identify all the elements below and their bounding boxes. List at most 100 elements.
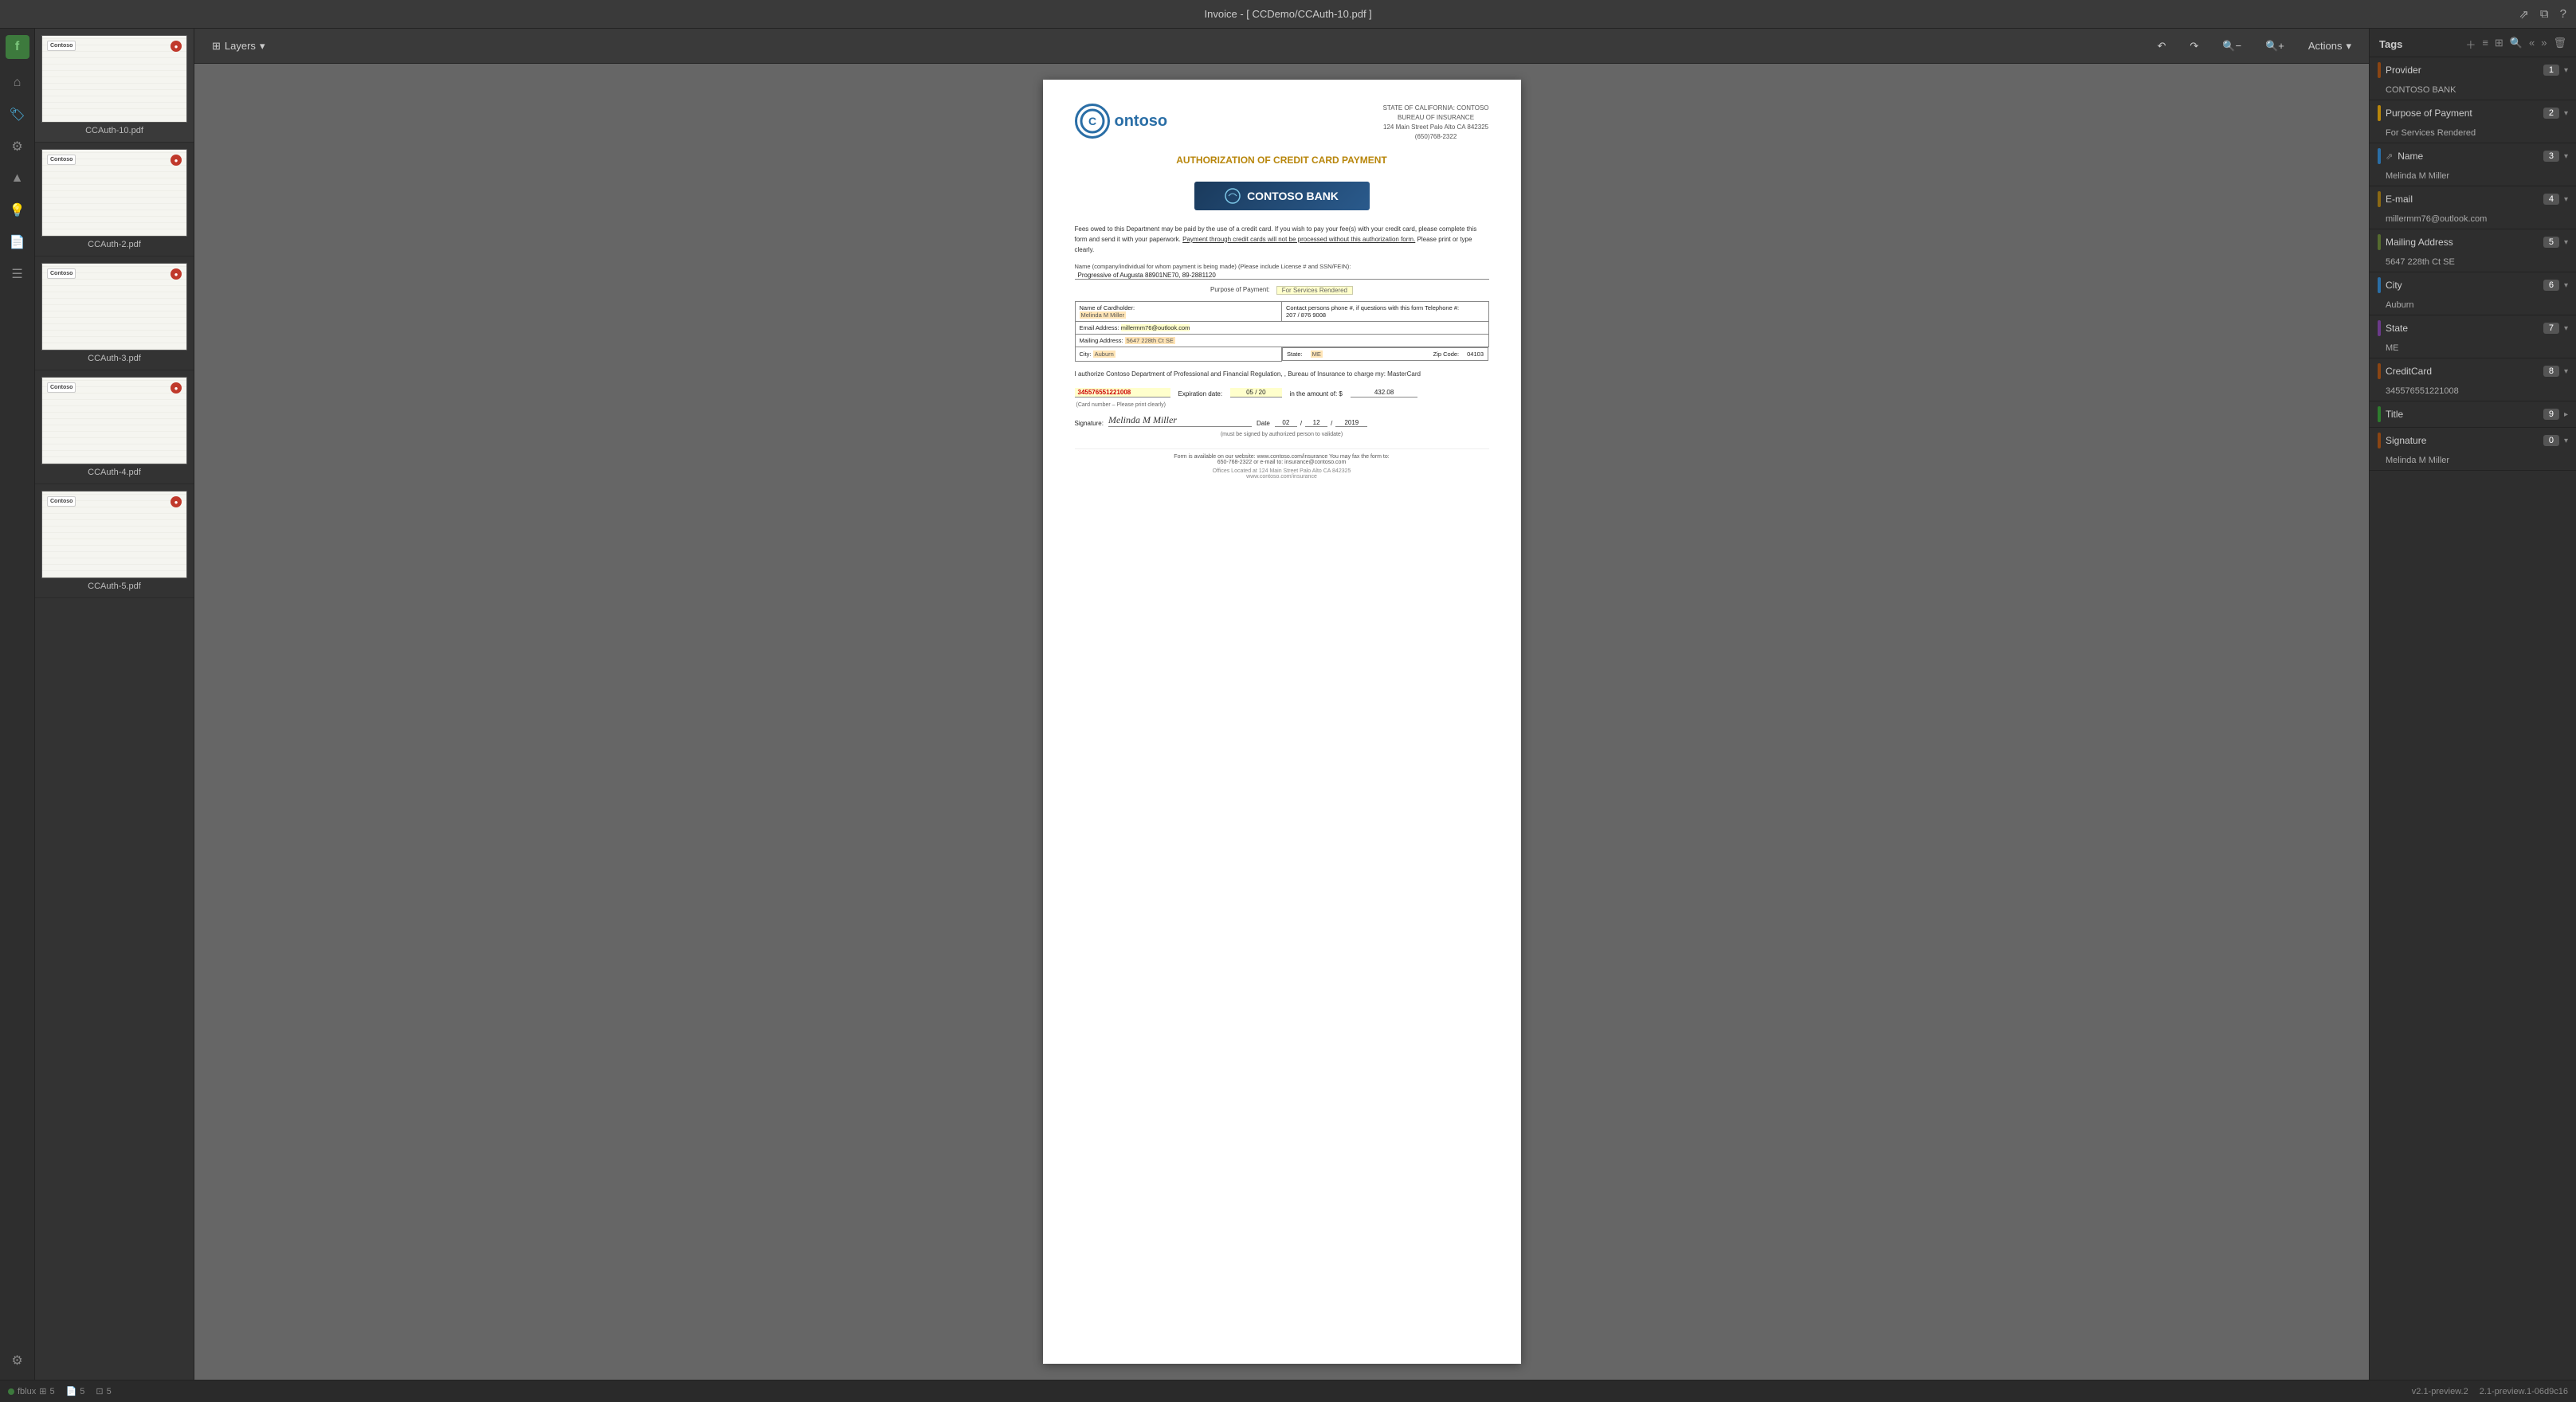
thumb-badge-5: ● — [171, 496, 182, 507]
tag-count-8: 9 — [2543, 409, 2559, 420]
tag-header-5[interactable]: City6▾ — [2370, 272, 2576, 298]
state-line4: (650)768-2322 — [1383, 132, 1489, 142]
nav-search-icon[interactable]: ⚙ — [3, 132, 32, 161]
tag-count-1: 2 — [2543, 108, 2559, 119]
actions-button[interactable]: Actions ▾ — [2300, 37, 2359, 56]
layers-label: Layers — [225, 40, 256, 52]
document-viewer[interactable]: C ontoso STATE OF CALIFORNIA: CONTOSO BU… — [194, 64, 2369, 1380]
date-day: 12 — [1305, 419, 1327, 427]
status-right: v2.1-preview.2 2.1-preview.1-06d9c16 — [2412, 1387, 2568, 1396]
help-icon[interactable]: ? — [2560, 7, 2566, 22]
tag-chevron-3: ▾ — [2564, 195, 2568, 204]
tag-header-6[interactable]: State7▾ — [2370, 315, 2576, 341]
tag-search-icon[interactable]: 🔍 — [2510, 37, 2523, 52]
tag-color-8 — [2378, 406, 2381, 422]
nav-list-icon[interactable]: ☰ — [3, 260, 32, 288]
top-bar-icons: ⇗ ⧉ ? — [2519, 7, 2566, 22]
tag-delete-icon[interactable]: 🗑 — [2553, 37, 2566, 52]
doc-header: C ontoso STATE OF CALIFORNIA: CONTOSO BU… — [1075, 104, 1489, 142]
doc-logo-circle: C — [1075, 104, 1110, 139]
sig-hint: (must be signed by authorized person to … — [1075, 432, 1489, 437]
actions-chevron-icon: ▾ — [2346, 40, 2351, 53]
tag-count-5: 6 — [2543, 280, 2559, 291]
tag-header-9[interactable]: Signature0▾ — [2370, 428, 2576, 453]
tag-count-3: 4 — [2543, 194, 2559, 205]
thumb-item-2[interactable]: Contoso ● CCAuth-2.pdf — [35, 143, 194, 257]
tags-header: Tags ＋ ≡ ⊞ 🔍 « » 🗑 — [2370, 29, 2576, 57]
version-label: v2.1-preview.2 — [2412, 1387, 2468, 1396]
redo-button[interactable]: ↷ — [2182, 37, 2206, 56]
tag-header-0[interactable]: Provider1▾ — [2370, 57, 2576, 83]
cardholder-label: Name of Cardholder: — [1080, 304, 1135, 311]
window-icon[interactable]: ⧉ — [2540, 7, 2549, 22]
state-line1: STATE OF CALIFORNIA: CONTOSO — [1383, 104, 1489, 113]
thumb-item-1[interactable]: Contoso ● CCAuth-10.pdf — [35, 29, 194, 143]
build-label: 2.1-preview.1-06d9c16 — [2480, 1387, 2568, 1396]
tag-item-8: Title9▸ — [2370, 401, 2576, 428]
nav-layers-icon[interactable]: ▲ — [3, 164, 32, 193]
sig-label: Signature: — [1075, 420, 1104, 427]
thumb-item-3[interactable]: Contoso ● CCAuth-3.pdf — [35, 257, 194, 370]
nav-bulb-icon[interactable]: 💡 — [3, 196, 32, 225]
doc-form-table: Name of Cardholder: Melinda M Miller Con… — [1075, 301, 1489, 362]
tag-header-3[interactable]: E-mail4▾ — [2370, 186, 2576, 212]
thumb-item-4[interactable]: Contoso ● CCAuth-4.pdf — [35, 370, 194, 484]
main-layout: f ⌂ 🏷 ⚙ ▲ 💡 📄 ☰ ⚙ Contoso ● CCAuth-10.pd… — [0, 29, 2576, 1380]
tag-header-2[interactable]: ⇗Name3▾ — [2370, 143, 2576, 169]
tag-header-4[interactable]: Mailing Address5▾ — [2370, 229, 2576, 255]
thumb-item-5[interactable]: Contoso ● CCAuth-5.pdf — [35, 484, 194, 598]
contact-label: Contact persons phone #, if questions wi… — [1286, 304, 1459, 311]
thumb-label-2: CCAuth-2.pdf — [41, 240, 187, 249]
tag-chevron-5: ▾ — [2564, 281, 2568, 290]
layers-button[interactable]: ⊞ Layers ▾ — [204, 37, 272, 56]
email-value: millermm76@outlook.com — [1121, 324, 1190, 331]
thumb-badge-1: ● — [171, 41, 182, 52]
status-app: fblux ⊞ 5 — [8, 1386, 55, 1396]
tag-chevron-0: ▾ — [2564, 66, 2568, 75]
pages-count: 5 — [80, 1387, 84, 1396]
mailing-value: 5647 228th Ct SE — [1125, 337, 1175, 344]
nav-doc-icon[interactable]: 📄 — [3, 228, 32, 257]
doc-title: AUTHORIZATION OF CREDIT CARD PAYMENT — [1075, 155, 1489, 166]
nav-tag-icon[interactable]: 🏷 — [3, 100, 32, 129]
layers-icon: ⊞ — [212, 40, 221, 53]
layers-chevron-icon: ▾ — [260, 40, 265, 53]
zoom-in-button[interactable]: 🔍+ — [2257, 37, 2292, 56]
nav-settings-icon[interactable]: ⚙ — [3, 1346, 32, 1375]
zoom-out-button[interactable]: 🔍− — [2214, 37, 2249, 56]
tag-color-1 — [2378, 105, 2381, 121]
tag-grid-icon[interactable]: ⊞ — [2495, 37, 2503, 52]
thumb-preview-2: Contoso ● — [41, 149, 187, 237]
tag-header-1[interactable]: Purpose of Payment2▾ — [2370, 100, 2576, 126]
tag-chevron-9: ▾ — [2564, 437, 2568, 445]
tag-expand-icon[interactable]: » — [2541, 37, 2547, 52]
doc-name-value-row: Progressive of Augusta 88901NE70, 89-288… — [1075, 272, 1489, 280]
thumb-label-3: CCAuth-3.pdf — [41, 354, 187, 363]
tag-color-3 — [2378, 191, 2381, 207]
tag-add-icon[interactable]: ＋ — [2465, 37, 2476, 52]
state-line2: BUREAU OF INSURANCE — [1383, 113, 1489, 123]
contact-area-code: 207 — [1286, 311, 1296, 319]
undo-button[interactable]: ↶ — [2149, 37, 2174, 56]
thumb-logo-2: Contoso — [47, 155, 76, 165]
state-value: ME — [1311, 350, 1323, 358]
sig-value: Melinda M Miller — [1108, 414, 1252, 427]
tag-link-icon-2[interactable]: ⇗ — [2386, 151, 2393, 162]
tag-chevron-2: ▾ — [2564, 152, 2568, 161]
cardholder-value: Melinda M Miller — [1080, 311, 1127, 319]
tag-color-6 — [2378, 320, 2381, 336]
tag-name-2: Name — [2398, 151, 2423, 162]
tag-value-5: Auburn — [2370, 298, 2576, 315]
card-hint: (Card number – Please print clearly) — [1075, 402, 1489, 408]
share-icon[interactable]: ⇗ — [2519, 7, 2529, 22]
tag-collapse-icon[interactable]: « — [2529, 37, 2535, 52]
mailing-label: Mailing Address: — [1080, 337, 1123, 344]
tag-value-3: millermm76@outlook.com — [2370, 212, 2576, 229]
tag-filter-icon[interactable]: ≡ — [2482, 37, 2488, 52]
tag-value-7: 345576551221008 — [2370, 384, 2576, 401]
doc-state-info: STATE OF CALIFORNIA: CONTOSO BUREAU OF I… — [1383, 104, 1489, 142]
nav-home-icon[interactable]: ⌂ — [3, 69, 32, 97]
tag-header-8[interactable]: Title9▸ — [2370, 401, 2576, 427]
doc-footer: Form is available on our website: www.co… — [1075, 448, 1489, 465]
tag-header-7[interactable]: CreditCard8▾ — [2370, 358, 2576, 384]
